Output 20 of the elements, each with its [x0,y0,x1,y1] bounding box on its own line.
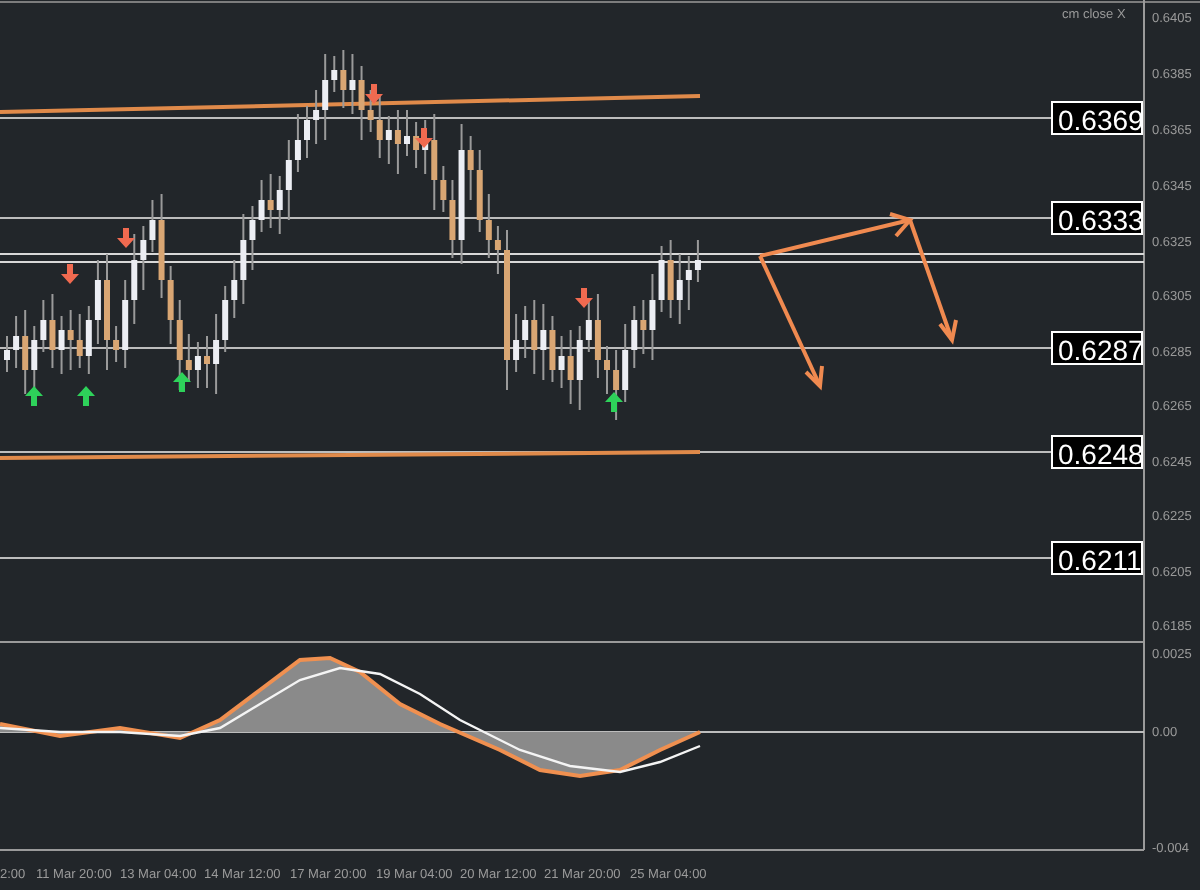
candlestick [104,253,110,371]
price-level-label: 0.6333 [1051,201,1144,236]
candlestick [404,109,410,157]
up-arrow-icon [173,372,191,392]
down-arrow-icon [117,228,135,248]
price-level-label: 0.6369 [1051,101,1144,136]
up-arrow-icon [605,392,623,412]
up-arrow-icon [77,386,95,406]
down-arrow-icon [61,264,79,284]
price-level-label: 0.6248 [1051,435,1144,470]
candlestick [604,345,610,395]
up-arrow-icon [25,386,43,406]
candlestick [204,335,210,389]
down-arrow-icon [365,84,383,104]
price-level-label: 0.6287 [1051,331,1144,366]
down-arrow-icon [415,128,433,148]
down-arrow-icon [575,288,593,308]
candlestick [304,105,310,159]
price-level-label: 0.6211 [1051,541,1143,576]
candlestick [4,335,10,373]
